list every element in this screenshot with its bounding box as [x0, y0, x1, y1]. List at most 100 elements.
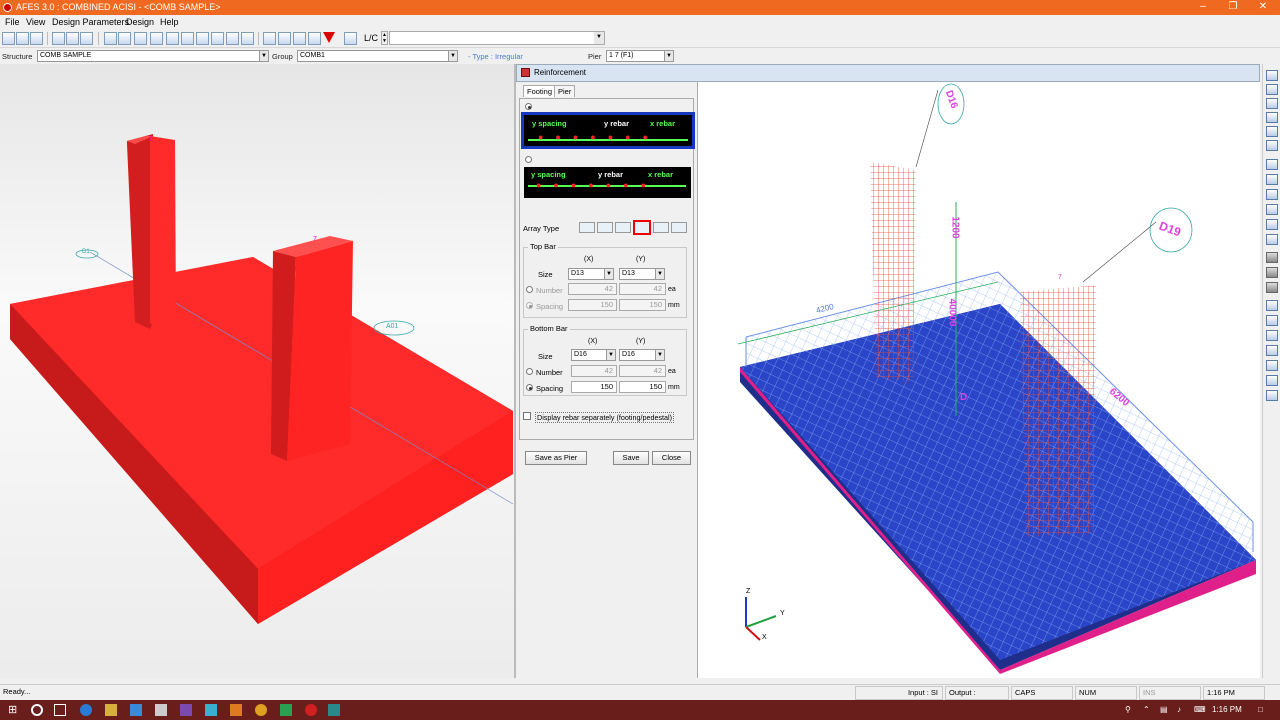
rotate-icon[interactable] — [1266, 84, 1278, 95]
save-button[interactable]: Save — [613, 451, 649, 465]
tool-icon[interactable] — [278, 32, 291, 45]
grid-icon[interactable] — [104, 32, 117, 45]
filter-icon[interactable] — [323, 32, 335, 43]
rotate-icon[interactable] — [1266, 70, 1278, 81]
pan-icon[interactable] — [1266, 219, 1278, 230]
minimize-button[interactable]: – — [1188, 0, 1218, 15]
bottom-size-y-select[interactable]: D16 ▼ — [619, 349, 665, 361]
store-icon[interactable] — [130, 704, 142, 716]
structure-combo[interactable]: COMB SAMPLE ▼ — [37, 50, 269, 62]
bottom-spacing-x-field[interactable]: 150 — [571, 381, 617, 393]
keyboard-icon[interactable]: ⌨ — [1194, 705, 1206, 714]
cube-view-icon[interactable] — [1266, 390, 1278, 401]
tool-icon[interactable] — [66, 32, 79, 45]
cube-view-icon[interactable] — [1266, 360, 1278, 371]
layout-radio-1[interactable] — [525, 103, 532, 110]
shade-icon[interactable] — [1266, 282, 1278, 293]
top-spacing-y-field[interactable]: 150 — [619, 299, 666, 311]
tray-chevron-icon[interactable]: ⌃ — [1143, 705, 1150, 714]
rotate-icon[interactable] — [1266, 98, 1278, 109]
array-type-option-2[interactable] — [597, 222, 613, 233]
bottom-number-radio[interactable] — [526, 368, 533, 375]
app-icon[interactable] — [205, 704, 217, 716]
rotate-icon[interactable] — [1266, 126, 1278, 137]
save-icon[interactable] — [30, 32, 43, 45]
bottom-number-y-field[interactable]: 42 — [619, 365, 666, 377]
app-icon[interactable] — [280, 704, 292, 716]
load-case-combo[interactable]: ▼ — [389, 31, 605, 45]
chrome-icon[interactable] — [255, 704, 267, 716]
top-spacing-x-field[interactable]: 150 — [568, 299, 617, 311]
top-size-x-select[interactable]: D13 ▼ — [568, 268, 614, 280]
menu-help[interactable]: Help — [160, 17, 179, 27]
zoom-out-icon[interactable] — [1266, 189, 1278, 200]
tool-icon[interactable] — [150, 32, 163, 45]
top-number-x-field[interactable]: 42 — [568, 283, 617, 295]
menu-design-parameters[interactable]: Design Parameters — [52, 17, 129, 27]
array-type-option-1[interactable] — [579, 222, 595, 233]
bottom-number-x-field[interactable]: 42 — [571, 365, 617, 377]
top-number-radio[interactable] — [526, 286, 533, 293]
tool-icon[interactable] — [134, 32, 147, 45]
save-as-pier-button[interactable]: Save as Pier — [525, 451, 587, 465]
top-number-y-field[interactable]: 42 — [619, 283, 666, 295]
app-icon[interactable] — [230, 704, 242, 716]
menu-design[interactable]: Design — [126, 17, 154, 27]
close-button[interactable]: ✕ — [1248, 0, 1278, 15]
group-combo[interactable]: COMB1 ▼ — [297, 50, 458, 62]
afes-app-icon[interactable] — [305, 704, 317, 716]
network-icon[interactable]: ▤ — [1160, 705, 1168, 714]
edge-icon[interactable] — [80, 704, 92, 716]
people-icon[interactable]: ⚲ — [1125, 705, 1131, 714]
view-icon[interactable] — [1266, 234, 1278, 245]
tool-icon[interactable] — [263, 32, 276, 45]
app-icon[interactable] — [180, 704, 192, 716]
zoom-in-icon[interactable] — [1266, 174, 1278, 185]
file-explorer-icon[interactable] — [105, 704, 117, 716]
tool-icon[interactable] — [308, 32, 321, 45]
notification-icon[interactable]: □ — [1258, 705, 1263, 714]
tool-icon[interactable] — [293, 32, 306, 45]
rotate-icon[interactable] — [1266, 112, 1278, 123]
zoom-icon[interactable] — [1266, 159, 1278, 170]
rotate-icon[interactable] — [1266, 140, 1278, 151]
tool-icon[interactable] — [211, 32, 224, 45]
top-spacing-radio[interactable] — [526, 302, 533, 309]
bottom-size-x-select[interactable]: D16 ▼ — [571, 349, 616, 361]
cube-view-icon[interactable] — [1266, 375, 1278, 386]
tool-icon[interactable] — [80, 32, 93, 45]
cube-view-icon[interactable] — [1266, 315, 1278, 326]
close-dialog-button[interactable]: Close — [652, 451, 691, 465]
display-separately-label[interactable]: Display rebar separately (footing/pedest… — [535, 412, 675, 423]
lock-icon[interactable] — [226, 32, 239, 45]
menu-file[interactable]: File — [5, 17, 20, 27]
bottom-spacing-y-field[interactable]: 150 — [619, 381, 666, 393]
open-icon[interactable] — [16, 32, 29, 45]
bottom-spacing-radio[interactable] — [526, 384, 533, 391]
pier-combo[interactable]: 1 7 (F1) ▼ — [606, 50, 674, 62]
array-type-option-6[interactable] — [671, 222, 687, 233]
windows-start-icon[interactable]: ⊞ — [8, 703, 20, 716]
calculator-icon[interactable] — [155, 704, 167, 716]
cube-view-icon[interactable] — [1266, 330, 1278, 341]
search-icon[interactable] — [31, 704, 43, 716]
top-size-y-select[interactable]: D13 ▼ — [619, 268, 665, 280]
menu-view[interactable]: View — [26, 17, 45, 27]
cube-view-icon[interactable] — [1266, 300, 1278, 311]
tool-icon[interactable] — [166, 32, 179, 45]
tool-icon[interactable] — [181, 32, 194, 45]
tool-icon[interactable] — [241, 32, 254, 45]
tab-footing[interactable]: Footing — [523, 85, 557, 97]
volume-icon[interactable]: ♪ — [1177, 705, 1181, 714]
cube-view-icon[interactable] — [1266, 345, 1278, 356]
rebar-diagram-2[interactable]: y spacing y rebar x rebar ●●●●●●● — [524, 167, 691, 198]
footing-3d-view[interactable]: 1 7 D1 A01 — [0, 64, 516, 678]
shade-icon[interactable] — [1266, 267, 1278, 278]
tool-icon[interactable] — [118, 32, 131, 45]
task-view-icon[interactable] — [54, 704, 66, 716]
zoom-icon[interactable] — [1266, 204, 1278, 215]
app-icon[interactable] — [328, 704, 340, 716]
tool-icon[interactable] — [196, 32, 209, 45]
rebar-diagram-1[interactable]: y spacing y rebar x rebar ●●●●●●● — [521, 112, 695, 149]
layout-radio-2[interactable] — [525, 156, 532, 163]
